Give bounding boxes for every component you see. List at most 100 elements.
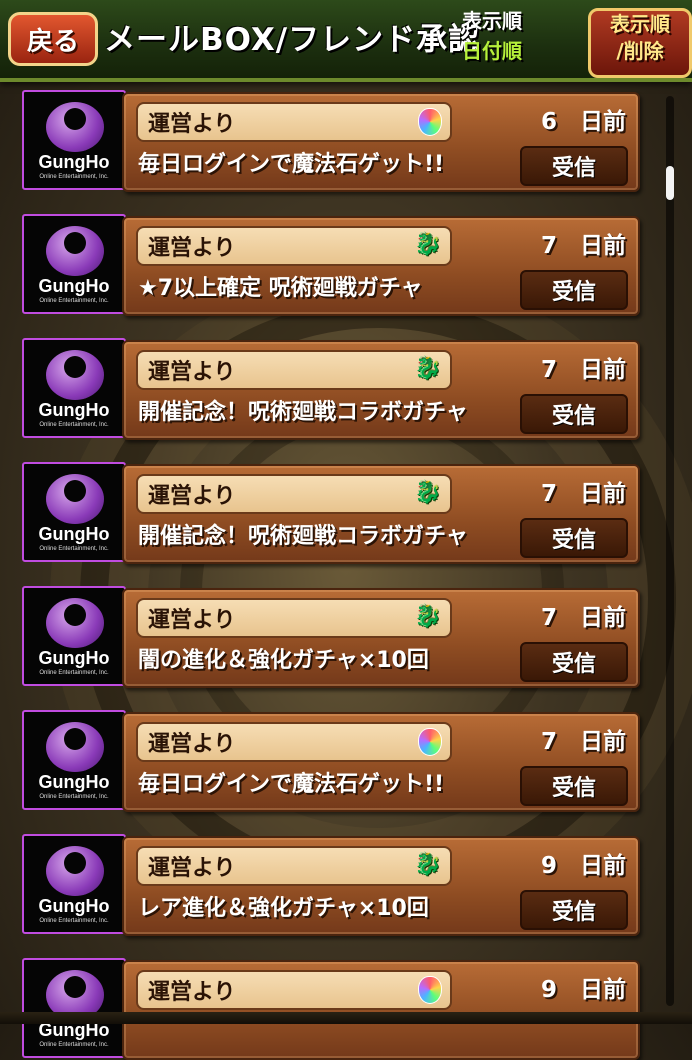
mail-item[interactable]: GungHo Online Entertainment, Inc. 運営より 🐉… (22, 830, 640, 936)
sort-delete-button[interactable]: 表示順 /削除 (588, 8, 692, 78)
sort-order-indicator: 表示順 日付順 (462, 6, 562, 66)
mail-item[interactable]: GungHo Online Entertainment, Inc. 運営より 🐉… (22, 210, 640, 316)
logo-text: GungHo (38, 276, 110, 296)
mail-sender: 運営より (148, 236, 236, 261)
mail-subject: 毎日ログインで魔法石ゲット!! (138, 152, 445, 177)
magic-stone-icon (418, 728, 442, 756)
mail-date: 9 日前 (540, 977, 626, 1003)
mail-date: 9 日前 (540, 853, 626, 879)
mail-date: 6 日前 (540, 109, 626, 135)
sort-value: 日付順 (462, 39, 522, 63)
logo-text: GungHo (38, 400, 110, 420)
sender-avatar: GungHo Online Entertainment, Inc. (22, 338, 126, 438)
dragon-icon: 🐉 (414, 852, 442, 877)
sender-box: 運営より (136, 970, 452, 1010)
sender-box: 運営より 🐉 (136, 350, 452, 390)
dragon-icon: 🐉 (414, 356, 442, 381)
receive-button[interactable]: 受信 (520, 642, 628, 682)
logo-text: GungHo (38, 896, 110, 916)
mail-subject: 開催記念！呪術廻戦コラボガチャ (138, 400, 468, 425)
sender-avatar: GungHo Online Entertainment, Inc. (22, 834, 126, 934)
mail-panel[interactable]: 運営より 🐉 7 日前 開催記念！呪術廻戦コラボガチャ 受信 (122, 340, 640, 440)
mail-subject: ★7以上確定 呪術廻戦ガチャ (138, 276, 423, 301)
receive-button[interactable]: 受信 (520, 518, 628, 558)
sender-avatar: GungHo Online Entertainment, Inc. (22, 586, 126, 686)
mail-date: 7 日前 (540, 605, 626, 631)
mail-panel[interactable]: 運営より 🐉 7 日前 開催記念！呪術廻戦コラボガチャ 受信 (122, 464, 640, 564)
mail-sender: 運営より (148, 856, 236, 881)
mail-date: 7 日前 (540, 481, 626, 507)
mail-item[interactable]: GungHo Online Entertainment, Inc. 運営より 🐉… (22, 458, 640, 564)
mail-sender: 運営より (148, 732, 236, 757)
scrollbar[interactable] (666, 96, 674, 1006)
mail-sender: 運営より (148, 360, 236, 385)
sender-box: 運営より 🐉 (136, 226, 452, 266)
logo-subtext: Online Entertainment, Inc. (39, 422, 109, 428)
sender-avatar: GungHo Online Entertainment, Inc. (22, 710, 126, 810)
page-title: メールBOX/フレンド承認 (104, 22, 481, 58)
mail-panel[interactable]: 運営より 🐉 7 日前 闇の進化＆強化ガチャ×10回 受信 (122, 588, 640, 688)
mail-panel[interactable]: 運営より 7 日前 毎日ログインで魔法石ゲット!! 受信 (122, 712, 640, 812)
mail-date: 7 日前 (540, 729, 626, 755)
mail-item[interactable]: GungHo Online Entertainment, Inc. 運営より 🐉… (22, 582, 640, 688)
sort-delete-button-line2: /削除 (616, 39, 664, 63)
mail-subject: 毎日ログインで魔法石ゲット!! (138, 772, 445, 797)
receive-button[interactable]: 受信 (520, 146, 628, 186)
sender-box: 運営より 🐉 (136, 598, 452, 638)
logo-subtext: Online Entertainment, Inc. (39, 174, 109, 180)
sender-box: 運営より 🐉 (136, 474, 452, 514)
gungho-logo-icon (46, 102, 104, 152)
logo-subtext: Online Entertainment, Inc. (39, 918, 109, 924)
back-button[interactable]: 戻る (8, 12, 98, 66)
sender-avatar: GungHo Online Entertainment, Inc. (22, 90, 126, 190)
dragon-icon: 🐉 (414, 604, 442, 629)
mail-item[interactable]: GungHo Online Entertainment, Inc. 運営より 9… (22, 954, 640, 1060)
dragon-icon: 🐉 (414, 480, 442, 505)
sender-box: 運営より (136, 722, 452, 762)
logo-text: GungHo (38, 152, 110, 172)
gungho-logo-icon (46, 846, 104, 896)
receive-button[interactable]: 受信 (520, 766, 628, 806)
mail-subject: 闇の進化＆強化ガチャ×10回 (138, 648, 429, 673)
mail-sender: 運営より (148, 112, 236, 137)
mail-subject: レア進化＆強化ガチャ×10回 (138, 896, 429, 921)
logo-text: GungHo (38, 524, 110, 544)
gungho-logo-icon (46, 722, 104, 772)
logo-subtext: Online Entertainment, Inc. (39, 670, 109, 676)
receive-button[interactable]: 受信 (520, 890, 628, 930)
gungho-logo-icon (46, 350, 104, 400)
logo-subtext: Online Entertainment, Inc. (39, 546, 109, 552)
receive-button[interactable]: 受信 (520, 394, 628, 434)
sort-delete-button-line1: 表示順 (610, 12, 670, 36)
sender-box: 運営より (136, 102, 452, 142)
magic-stone-icon (418, 108, 442, 136)
sender-avatar: GungHo Online Entertainment, Inc. (22, 958, 126, 1058)
sender-avatar: GungHo Online Entertainment, Inc. (22, 214, 126, 314)
receive-button[interactable]: 受信 (520, 270, 628, 310)
logo-text: GungHo (38, 772, 110, 792)
mail-item[interactable]: GungHo Online Entertainment, Inc. 運営より 7… (22, 706, 640, 812)
mail-panel[interactable]: 運営より 9 日前 (122, 960, 640, 1060)
mail-panel[interactable]: 運営より 🐉 7 日前 ★7以上確定 呪術廻戦ガチャ 受信 (122, 216, 640, 316)
header-bar: 戻る メールBOX/フレンド承認 表示順 日付順 表示順 /削除 (0, 0, 692, 82)
magic-stone-icon (418, 976, 442, 1004)
gungho-logo-icon (46, 598, 104, 648)
gungho-logo-icon (46, 226, 104, 276)
sender-avatar: GungHo Online Entertainment, Inc. (22, 462, 126, 562)
mail-item[interactable]: GungHo Online Entertainment, Inc. 運営より 🐉… (22, 334, 640, 440)
mail-sender: 運営より (148, 484, 236, 509)
logo-text: GungHo (38, 648, 110, 668)
mail-date: 7 日前 (540, 233, 626, 259)
mail-subject: 開催記念！呪術廻戦コラボガチャ (138, 524, 468, 549)
bottom-bar (0, 1012, 692, 1024)
mail-item[interactable]: GungHo Online Entertainment, Inc. 運営より 6… (22, 86, 640, 192)
gungho-logo-icon (46, 474, 104, 524)
mail-date: 7 日前 (540, 357, 626, 383)
scrollbar-thumb[interactable] (666, 166, 674, 200)
logo-subtext: Online Entertainment, Inc. (39, 298, 109, 304)
mail-sender: 運営より (148, 980, 236, 1005)
logo-subtext: Online Entertainment, Inc. (39, 794, 109, 800)
mail-panel[interactable]: 運営より 🐉 9 日前 レア進化＆強化ガチャ×10回 受信 (122, 836, 640, 936)
mail-panel[interactable]: 運営より 6 日前 毎日ログインで魔法石ゲット!! 受信 (122, 92, 640, 192)
dragon-icon: 🐉 (414, 232, 442, 257)
